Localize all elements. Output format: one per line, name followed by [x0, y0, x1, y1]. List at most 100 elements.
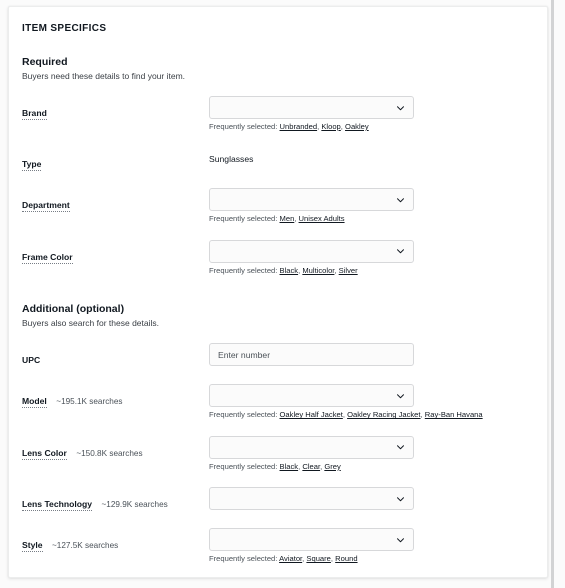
hint-prefix: Frequently selected: [209, 461, 278, 471]
hint-link[interactable]: Black [280, 462, 299, 471]
lens-technology-select[interactable] [209, 487, 414, 511]
chevron-down-icon [396, 195, 405, 204]
hint-link[interactable]: Men [280, 214, 295, 223]
field-control-col: Frequently selected: Men, Unisex Adults [209, 188, 525, 223]
field-label-frame-color: Frame Color [22, 251, 73, 264]
field-control-col [209, 487, 525, 511]
hint-link[interactable]: Grey [324, 462, 340, 471]
field-row-style: Style ~127.5K searches Frequently select… [22, 528, 525, 563]
hint-link[interactable]: Silver [339, 266, 358, 275]
hint-link[interactable]: Oakley [345, 122, 369, 131]
chevron-down-icon [396, 103, 405, 112]
hint-prefix: Frequently selected: [209, 265, 278, 275]
required-subheading: Buyers need these details to find your i… [22, 71, 186, 81]
field-row-lens-color: Lens Color ~150.8K searches Frequently s… [22, 435, 525, 471]
chevron-down-icon [396, 494, 405, 503]
hint-sep: , [317, 122, 320, 131]
additional-subheading: Buyers also search for these details. [22, 318, 160, 329]
upc-input-placeholder: Enter number [218, 349, 271, 360]
field-searches-lens-technology: ~129.9K searches [101, 500, 168, 510]
field-row-department: Department Frequently selected: Men, Uni… [22, 188, 525, 223]
hint-prefix: Frequently selected: [209, 122, 278, 131]
field-row-model: Model ~195.1K searches Frequently select… [22, 384, 525, 419]
department-frequently-selected: Frequently selected: Men, Unisex Adults [209, 214, 525, 223]
required-heading: Required [22, 56, 68, 68]
hint-link[interactable]: Kloop [321, 122, 340, 131]
hint-sep: , [342, 410, 345, 420]
model-select[interactable] [209, 384, 414, 408]
required-group: Required Buyers need these details to fi… [22, 56, 525, 275]
style-frequently-selected: Frequently selected: Aviator, Square, Ro… [209, 554, 525, 563]
field-control-col: Sunglasses [209, 147, 525, 164]
hint-link[interactable]: Black [280, 266, 299, 275]
field-control-col: Frequently selected: Unbranded, Kloop, O… [209, 96, 525, 131]
field-label-col: Department [22, 188, 209, 213]
type-value: Sunglasses [209, 154, 254, 165]
lens-color-frequently-selected: Frequently selected: Black, Clear, Grey [209, 462, 525, 471]
field-control-col: Frequently selected: Oakley Half Jacket,… [209, 384, 525, 419]
hint-link[interactable]: Square [306, 554, 331, 563]
brand-select[interactable] [209, 96, 414, 119]
hint-sep: , [320, 461, 323, 471]
field-label-upc: UPC [22, 355, 41, 366]
chevron-down-icon [396, 535, 405, 544]
hint-link[interactable]: Aviator [279, 554, 302, 563]
hint-link[interactable]: Oakley Racing Jacket [347, 410, 420, 419]
frame-color-frequently-selected: Frequently selected: Black, Multicolor, … [209, 266, 525, 275]
chevron-down-icon [396, 443, 405, 452]
field-row-lens-technology: Lens Technology ~129.9K searches [22, 487, 525, 512]
hint-link[interactable]: Oakley Half Jacket [280, 410, 343, 419]
additional-heading: Additional (optional) [22, 303, 125, 316]
field-label-col: Lens Technology ~129.9K searches [22, 487, 209, 512]
hint-link[interactable]: Round [335, 554, 357, 563]
model-frequently-selected: Frequently selected: Oakley Half Jacket,… [209, 410, 525, 419]
hint-prefix: Frequently selected: [209, 554, 278, 564]
brand-frequently-selected: Frequently selected: Unbranded, Kloop, O… [209, 122, 525, 131]
field-control-col: Enter number [209, 343, 525, 367]
item-specifics-body: ITEM SPECIFICS Required Buyers need thes… [9, 7, 547, 577]
field-label-col: Lens Color ~150.8K searches [22, 436, 209, 461]
field-row-upc: UPC Enter number [22, 343, 525, 368]
field-control-col: Frequently selected: Black, Multicolor, … [209, 239, 525, 275]
field-label-lens-color: Lens Color [22, 447, 67, 460]
hint-link[interactable]: Unisex Adults [299, 214, 345, 223]
frame-color-select[interactable] [209, 239, 414, 263]
department-select[interactable] [209, 188, 414, 212]
hint-sep: , [340, 122, 343, 131]
field-searches-model: ~195.1K searches [56, 397, 123, 407]
scrollbar-thumb[interactable] [551, 0, 554, 588]
field-label-col: UPC [22, 343, 209, 368]
field-row-frame-color: Frame Color Frequently selected: Black, [22, 239, 525, 275]
field-label-brand: Brand [22, 108, 47, 120]
lens-color-select[interactable] [209, 435, 414, 459]
field-label-lens-technology: Lens Technology [22, 499, 93, 512]
hint-prefix: Frequently selected: [209, 410, 278, 420]
field-label-department: Department [22, 200, 70, 213]
field-row-type: Type Sunglasses [22, 147, 525, 172]
upc-input[interactable]: Enter number [209, 343, 414, 367]
hint-sep: , [334, 265, 337, 275]
hint-link[interactable]: Unbranded [280, 122, 318, 131]
additional-group: Additional (optional) Buyers also search… [22, 303, 525, 577]
field-row-brand: Brand Frequently selected: Unbranded, Kl… [22, 96, 525, 131]
hint-link[interactable]: Clear [302, 462, 320, 471]
hint-sep: , [298, 265, 301, 275]
hint-sep: , [330, 554, 334, 564]
style-select[interactable] [209, 528, 414, 552]
hint-prefix: Frequently selected: [209, 214, 278, 224]
field-label-col: Frame Color [22, 240, 209, 265]
field-label-col: Type [22, 147, 209, 172]
hint-link[interactable]: Ray-Ban Havana [425, 410, 483, 419]
hint-link[interactable]: Multicolor [302, 266, 334, 275]
field-control-col: Frequently selected: Aviator, Square, Ro… [209, 528, 525, 563]
field-control-col: Frequently selected: Black, Clear, Grey [209, 435, 525, 471]
field-label-col: Model ~195.1K searches [22, 384, 209, 409]
hint-sep: , [302, 554, 305, 564]
